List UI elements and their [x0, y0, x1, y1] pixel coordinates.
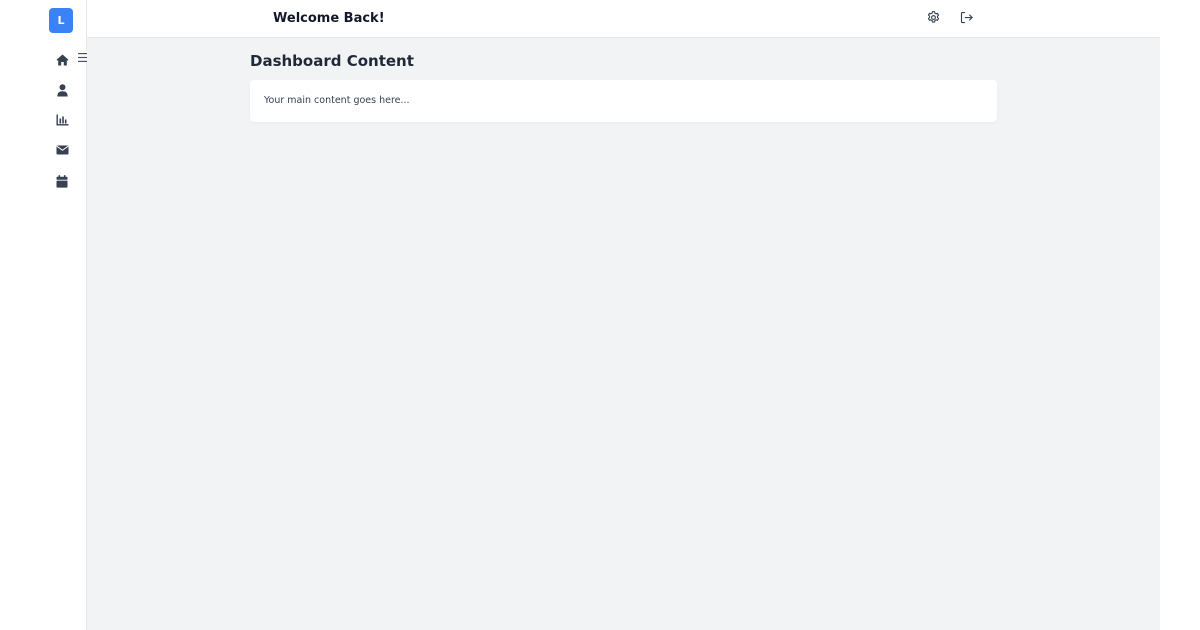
app-window: L Welcome Back! Dashboard Content Your m…	[0, 0, 1200, 630]
sidebar-item-home[interactable]	[54, 52, 70, 68]
logout-button[interactable]	[957, 10, 975, 28]
home-icon	[56, 54, 69, 66]
calendar-icon	[56, 174, 68, 188]
main-content: Dashboard Content Your main content goes…	[87, 38, 1160, 630]
sidebar-item-messages[interactable]	[54, 142, 70, 158]
chart-icon	[56, 114, 69, 126]
content-card-text: Your main content goes here...	[264, 95, 410, 106]
content-card: Your main content goes here...	[250, 80, 997, 122]
user-icon	[56, 83, 68, 97]
page-title: Dashboard Content	[250, 52, 414, 70]
settings-button[interactable]	[924, 10, 942, 28]
sidebar-item-profile[interactable]	[54, 82, 70, 98]
gear-icon	[926, 10, 941, 29]
sidebar-item-calendar[interactable]	[54, 173, 70, 189]
sidebar: L	[0, 0, 89, 630]
logout-icon	[959, 10, 974, 29]
logo-letter: L	[57, 14, 65, 27]
mail-icon	[56, 145, 69, 155]
top-header: Welcome Back!	[87, 0, 1160, 38]
logo[interactable]: L	[49, 8, 73, 33]
sidebar-item-analytics[interactable]	[54, 112, 70, 128]
welcome-title: Welcome Back!	[273, 11, 385, 26]
